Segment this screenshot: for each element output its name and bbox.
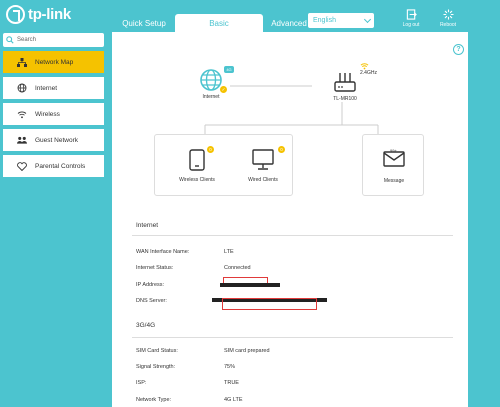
heart-icon [17,161,27,171]
internet-label: Internet [202,94,220,100]
sidebar-item-wireless[interactable]: Wireless [3,103,104,125]
message-label: Message [383,178,405,184]
detail-label: Signal Strength: [136,364,176,370]
logout-icon [406,9,417,20]
tab-quick-setup[interactable]: Quick Setup [115,14,173,32]
clients-box: Wireless Clients 0 Wired Clients 0 [154,134,293,196]
sidebar-item-label: Internet [35,84,58,92]
tp-link-logo[interactable]: tp-link [6,5,71,24]
logout-button[interactable]: Log out [396,9,426,28]
reboot-label: Reboot [439,22,457,28]
reboot-icon [442,9,454,20]
sidebar-item-label: Wireless [35,110,60,118]
router-icon [334,73,356,92]
main-panel: ? Internet 4G ✓ TL-MR100 2.4GHz Wireless… [112,32,468,407]
tablet-icon [189,149,205,171]
wifi-band-label: 2.4GHz [360,70,377,76]
globe-icon [17,83,27,93]
reboot-button[interactable]: Reboot [433,9,463,28]
monitor-icon [252,149,274,170]
detail-label: SIM Card Status: [136,348,178,354]
sidebar-item-label: Network Map [35,58,74,66]
tp-link-logo-icon [6,5,25,24]
chevron-down-icon [363,15,372,24]
wireless-clients-node[interactable]: Wireless Clients [169,149,225,183]
detail-value: LTE [224,249,234,255]
search-icon [6,36,14,44]
router-node[interactable]: TL-MR100 [325,70,365,102]
sidebar-item-guest-network[interactable]: Guest Network [3,129,104,151]
detail-value: 4G LTE [224,397,243,403]
sidebar-item-network-map[interactable]: Network Map [3,51,104,73]
detail-label: ISP: [136,380,147,386]
divider [132,235,453,236]
detail-label: IP Address: [136,282,165,288]
connected-check-icon: ✓ [220,86,227,93]
brand-name: tp-link [28,6,71,23]
message-node[interactable]: Message [369,151,419,184]
top-header: tp-link Quick Setup Basic Advanced Engli… [0,0,500,32]
sidebar-item-parental-controls[interactable]: Parental Controls [3,155,104,177]
language-value: English [313,17,336,24]
wired-clients-label: Wired Clients [248,177,278,183]
logout-label: Log out [402,22,420,28]
detail-label: Internet Status: [136,265,174,271]
sidebar: Search Network Map Internet Wireless Gue… [3,33,104,177]
topology-lines [204,85,379,135]
detail-value: TRUE [224,380,239,386]
detail-value: 75% [224,364,236,370]
detail-label: WAN Interface Name: [136,249,190,255]
tab-basic[interactable]: Basic [175,14,263,32]
wireless-clients-label: Wireless Clients [179,177,215,183]
detail-label: Network Type: [136,397,172,403]
divider [132,337,453,338]
guests-icon [17,135,27,145]
sidebar-item-label: Parental Controls [35,162,86,170]
language-select[interactable]: English [308,13,374,28]
redaction-box [222,298,317,310]
main-tabs: Quick Setup Basic Advanced [115,14,315,32]
envelope-icon [383,151,405,167]
message-count-badge: 99+ [390,148,397,153]
wired-clients-node[interactable]: Wired Clients [241,149,285,183]
detail-value: Connected [224,265,251,271]
search-placeholder: Search [17,37,37,43]
internet-node[interactable]: Internet [196,68,226,100]
wired-clients-count-badge: 0 [278,146,285,153]
wifi-band-indicator[interactable]: 2.4GHz [360,62,382,76]
sidebar-item-internet[interactable]: Internet [3,77,104,99]
detail-label: DNS Server: [136,298,167,304]
router-model-label: TL-MR100 [333,96,357,102]
search-input[interactable]: Search [3,33,104,47]
wifi-icon [17,109,27,119]
lte-section-title: 3G/4G [136,322,156,329]
internet-section-title: Internet [136,222,159,229]
network-map-icon [17,57,27,67]
wifi-icon [360,63,369,70]
redaction-bar [220,283,280,287]
wireless-clients-count-badge: 0 [207,146,214,153]
network-type-badge: 4G [224,66,234,73]
sidebar-item-label: Guest Network [35,136,78,144]
detail-value: SIM card prepared [224,348,270,354]
message-box[interactable]: Message 99+ [362,134,424,196]
